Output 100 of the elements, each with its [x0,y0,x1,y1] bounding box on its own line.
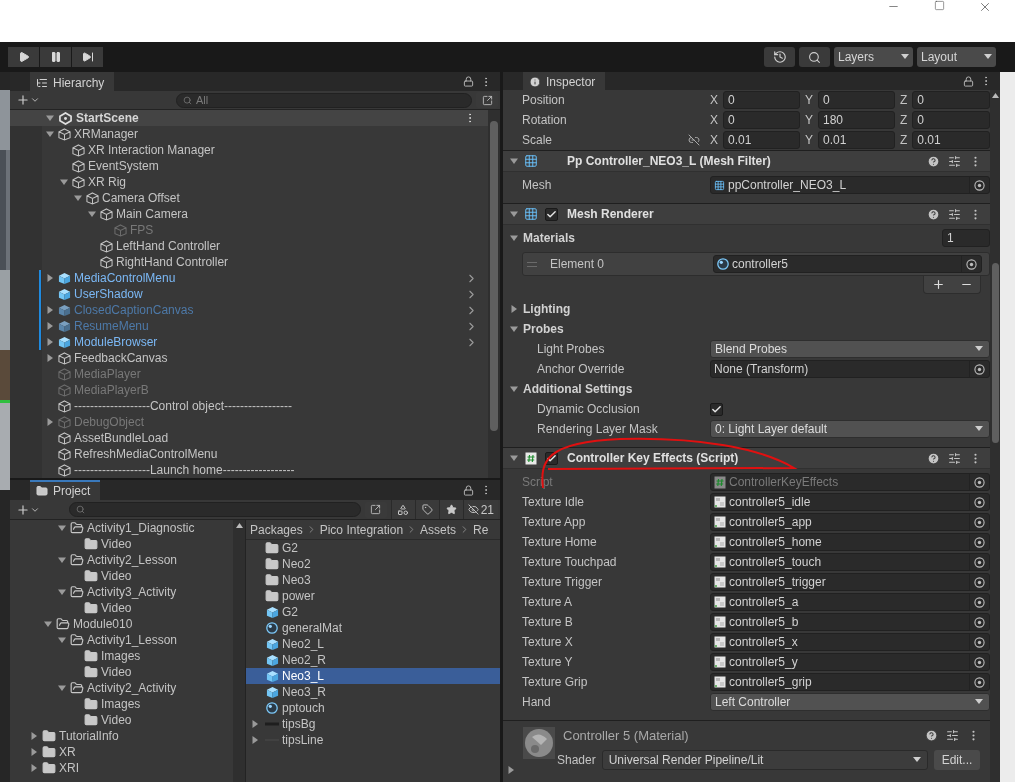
checkbox[interactable] [545,207,558,221]
expand-arrow-icon[interactable] [29,748,38,756]
collapse-arrow-icon[interactable] [43,620,52,628]
hierarchy-item[interactable]: MediaControlMenu [74,271,176,285]
collapse-arrow-icon[interactable] [510,325,518,333]
expand-arrow-icon[interactable] [45,322,54,330]
scroll-thumb[interactable] [991,263,999,443]
hierarchy-item[interactable]: Main Camera [116,207,189,221]
folder-item[interactable]: Video [101,537,132,551]
target-icon[interactable] [974,656,985,668]
sliders-icon[interactable] [946,728,959,742]
breadcrumb-link[interactable]: Pico Integration [319,522,404,537]
hierarchy-item[interactable]: Camera Offset [102,191,180,205]
collapse-arrow-icon[interactable] [510,385,518,393]
collapse-arrow-icon[interactable] [57,588,66,596]
close-icon[interactable] [978,0,992,14]
maximize-icon[interactable] [933,0,945,11]
hierarchy-item[interactable]: RightHand Controller [116,255,229,269]
asset-row[interactable]: G2 [246,604,500,620]
hierarchy-item[interactable]: -------------------Control object----------------- [74,399,292,413]
object-field[interactable]: None (Transform) [710,360,990,378]
help-icon[interactable] [927,154,940,168]
folder-item[interactable]: Video [101,601,132,615]
lock-icon[interactable] [463,76,474,87]
number-field[interactable]: 180 [818,111,895,129]
folder-item[interactable]: Video [101,569,132,583]
collapse-arrow-icon[interactable] [57,636,66,644]
pause-button[interactable] [40,47,71,67]
target-icon[interactable] [974,536,985,548]
object-field[interactable]: controller5_trigger [710,573,990,591]
target-icon[interactable] [974,363,985,375]
expand-arrow-icon[interactable] [45,418,54,426]
object-field[interactable]: controller5_y [710,653,990,671]
hierarchy-item[interactable]: ModuleBrowser [74,335,158,349]
hierarchy-item[interactable]: UserShadow [74,287,143,301]
scroll-thumb[interactable] [489,121,499,431]
asset-row[interactable]: generalMat [246,620,500,636]
folder-item[interactable]: Activity1_Diagnostic [87,521,195,535]
asset-row[interactable]: Neo3 [246,572,500,588]
count-field[interactable]: 1 [942,229,990,247]
layout-dropdown[interactable]: Layout [917,47,996,67]
object-field[interactable]: controller5_b [710,613,990,631]
asset-row[interactable]: tipsLine [246,732,500,748]
layers-dropdown[interactable]: Layers [834,47,913,67]
asset-row[interactable]: power [246,588,500,604]
folder-item[interactable]: Video [101,713,132,727]
inspector-tab[interactable]: Inspector [523,72,606,90]
breadcrumb-link[interactable]: Re [473,522,489,537]
edit-button[interactable]: Edit... [934,750,980,770]
target-icon[interactable] [974,676,985,688]
help-icon[interactable] [927,451,940,465]
target-icon[interactable] [974,516,985,528]
breadcrumb-link[interactable]: Assets [420,522,457,537]
asset-row[interactable]: Neo2 [246,556,500,572]
section-label[interactable]: Lighting [523,302,571,316]
folder-item[interactable]: TutorialInfo [59,729,119,743]
number-field[interactable]: 0 [912,111,990,129]
object-field[interactable]: controller5_a [710,593,990,611]
asset-row[interactable]: G2 [246,540,500,556]
search-button[interactable] [799,47,830,67]
hierarchy-item[interactable]: XR Interaction Manager [88,143,215,157]
collapse-arrow-icon[interactable] [57,556,66,564]
hierarchy-item[interactable]: LeftHand Controller [116,239,221,253]
folder-item[interactable]: Activity3_Activity [87,585,177,599]
number-field[interactable]: 0 [723,111,800,129]
hierarchy-item[interactable]: XRManager [74,127,139,141]
target-icon[interactable] [974,636,985,648]
collapse-arrow-icon[interactable] [45,114,54,122]
checkbox[interactable] [710,402,723,416]
folder-item[interactable]: Activity1_Lesson [87,633,178,647]
expand-arrow-icon[interactable] [45,354,54,362]
hierarchy-tab[interactable]: Hierarchy [30,72,115,91]
folder-item[interactable]: XR [59,745,76,759]
play-button[interactable] [8,47,39,67]
target-icon[interactable] [974,576,985,588]
expand-arrow-icon[interactable] [251,736,259,744]
folder-item[interactable]: Images [101,697,141,711]
object-field[interactable]: controller5_grip [710,673,990,691]
collapse-arrow-icon[interactable] [57,684,66,692]
target-icon[interactable] [974,596,985,608]
target-icon[interactable] [974,179,985,191]
asset-row[interactable]: Neo2_R [246,652,500,668]
expand-arrow-icon[interactable] [45,338,54,346]
expand-arrow-icon[interactable] [251,720,259,728]
help-icon[interactable] [927,207,940,221]
expand-arrow-icon[interactable] [29,732,38,740]
target-icon[interactable] [974,496,985,508]
hierarchy-item[interactable]: EventSystem [88,159,159,173]
step-button[interactable] [72,47,103,67]
asset-row[interactable]: Neo2_L [246,636,500,652]
asset-row[interactable]: Neo3_L [246,668,500,684]
section-label[interactable]: Additional Settings [523,382,633,396]
collapse-arrow-icon[interactable] [59,178,68,186]
object-field[interactable]: controller5_x [710,633,990,651]
collapse-arrow-icon[interactable] [510,210,518,218]
hierarchy-item[interactable]: RefreshMediaControlMenu [74,447,218,461]
hierarchy-item[interactable]: AssetBundleLoad [74,431,169,445]
number-field[interactable]: 0 [912,91,990,109]
expand-arrow-icon[interactable] [45,306,54,314]
sliders-icon[interactable] [948,451,961,465]
